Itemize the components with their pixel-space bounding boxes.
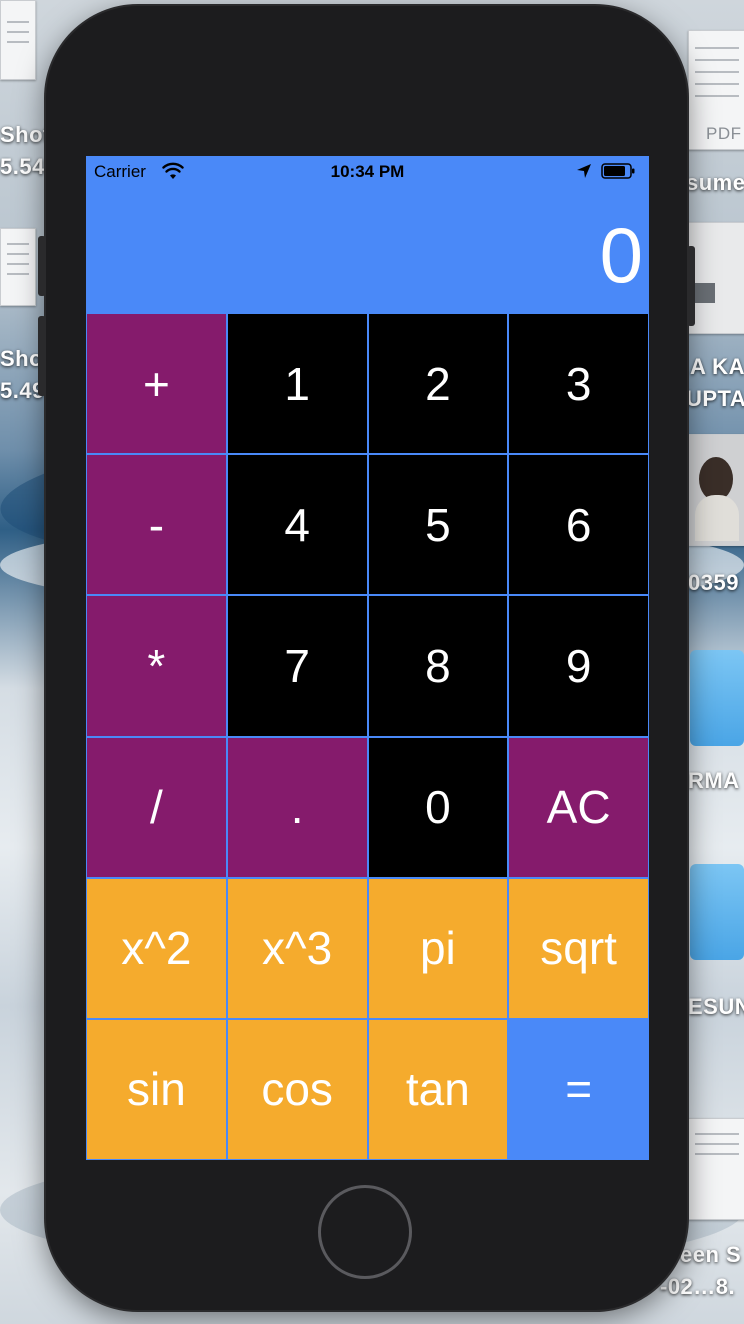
multiply-button[interactable]: * xyxy=(87,596,226,736)
digit-1-button[interactable]: 1 xyxy=(227,314,367,454)
digit-9-button[interactable]: 9 xyxy=(509,596,648,736)
digit-0-button[interactable]: 0 xyxy=(368,737,508,877)
digit-8-button[interactable]: 8 xyxy=(368,596,508,736)
home-button[interactable] xyxy=(318,1185,412,1279)
square-button[interactable]: x^2 xyxy=(87,878,226,1018)
desktop-file-label[interactable]: 5.54 xyxy=(0,154,45,180)
app-screen: Carrier 10:34 PM 0 + 1 2 3 - 4 5 6 * 7 8… xyxy=(86,156,649,1160)
desktop-file-label[interactable]: RMA xyxy=(688,768,740,794)
digit-7-button[interactable]: 7 xyxy=(227,596,367,736)
battery-icon xyxy=(601,163,635,179)
cube-button[interactable]: x^3 xyxy=(227,878,367,1018)
sine-button[interactable]: sin xyxy=(87,1019,226,1159)
cosine-button[interactable]: cos xyxy=(227,1019,367,1159)
digit-2-button[interactable]: 2 xyxy=(368,314,508,454)
status-bar: Carrier 10:34 PM xyxy=(86,156,649,188)
desktop-file-thumbnail[interactable] xyxy=(0,0,36,80)
result-value: 0 xyxy=(599,211,643,299)
desktop-file-label[interactable]: sume xyxy=(686,170,744,196)
folder-icon[interactable] xyxy=(690,650,744,746)
keypad: + 1 2 3 - 4 5 6 * 7 8 9 / . 0 AC x^2 x^3… xyxy=(86,314,649,1160)
desktop-file-label[interactable]: een S xyxy=(680,1242,741,1268)
status-time: 10:34 PM xyxy=(330,162,405,181)
result-display: 0 xyxy=(86,188,649,315)
square-root-button[interactable]: sqrt xyxy=(509,878,648,1018)
tangent-button[interactable]: tan xyxy=(368,1019,508,1159)
digit-5-button[interactable]: 5 xyxy=(368,455,508,595)
power-button xyxy=(687,246,695,326)
desktop-file-thumbnail[interactable] xyxy=(688,1118,744,1220)
digit-4-button[interactable]: 4 xyxy=(227,455,367,595)
desktop-file-label[interactable]: Shot xyxy=(0,122,51,148)
add-button[interactable]: + xyxy=(87,314,226,454)
desktop-file-label: PDF xyxy=(706,124,742,143)
desktop-file-label[interactable]: A KA xyxy=(690,354,744,380)
pi-button[interactable]: pi xyxy=(368,878,508,1018)
folder-icon[interactable] xyxy=(690,864,744,960)
equals-button[interactable]: = xyxy=(509,1019,648,1159)
digit-6-button[interactable]: 6 xyxy=(509,455,648,595)
decimal-point-button[interactable]: . xyxy=(227,737,367,877)
desktop-photo-thumbnail[interactable] xyxy=(688,434,744,546)
digit-3-button[interactable]: 3 xyxy=(509,314,648,454)
desktop-file-label[interactable]: UPTA. xyxy=(686,386,744,412)
desktop-file-label[interactable]: 0359 xyxy=(688,570,739,596)
desktop-file-label[interactable]: -02…8. xyxy=(660,1274,735,1300)
volume-button xyxy=(38,236,46,296)
location-arrow-icon xyxy=(577,164,591,178)
desktop-file-thumbnail[interactable] xyxy=(688,222,744,334)
desktop-file-label[interactable]: Sho xyxy=(0,346,43,372)
all-clear-button[interactable]: AC xyxy=(509,737,648,877)
desktop-file-label[interactable]: ESUN xyxy=(688,994,744,1020)
desktop-file-thumbnail[interactable] xyxy=(0,228,36,306)
volume-button xyxy=(38,316,46,396)
divide-button[interactable]: / xyxy=(87,737,226,877)
subtract-button[interactable]: - xyxy=(87,455,226,595)
